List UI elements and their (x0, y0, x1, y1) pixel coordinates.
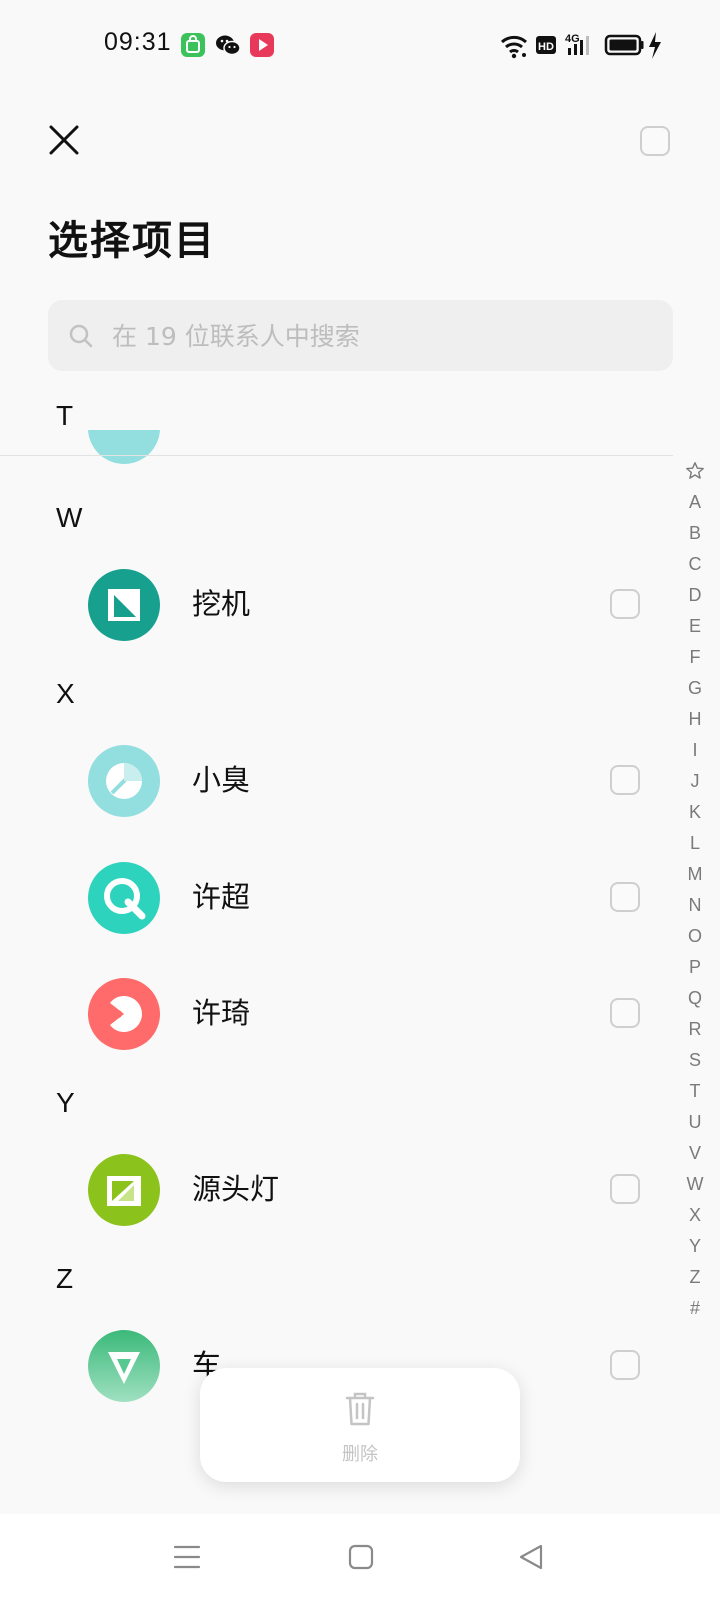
select-all-checkbox[interactable] (640, 126, 670, 156)
contact-checkbox[interactable] (610, 1350, 640, 1380)
contact-checkbox[interactable] (610, 765, 640, 795)
page-title: 选择项目 (48, 218, 216, 264)
alphabet-index-letter[interactable]: P (680, 952, 710, 983)
app-store-icon (181, 33, 205, 57)
alphabet-index-letter[interactable]: Q (680, 983, 710, 1014)
alphabet-index-letter[interactable]: V (680, 1138, 710, 1169)
avatar-partial (88, 430, 160, 464)
status-indicators: HD 4G (501, 32, 661, 59)
wechat-icon (215, 33, 241, 57)
contact-name: 源头灯 (192, 1172, 280, 1206)
alphabet-index-letter[interactable]: S (680, 1045, 710, 1076)
cellular-4g-icon: 4G (565, 33, 589, 55)
search-input[interactable] (110, 300, 654, 373)
contact-avatar (88, 978, 160, 1050)
contact-name: 小臭 (192, 763, 251, 797)
contact-item-xuqi[interactable]: 许琦 (0, 963, 673, 1063)
contact-name: 许超 (192, 880, 251, 914)
alphabet-index-letter[interactable]: R (680, 1014, 710, 1045)
section-header-w: W (56, 502, 83, 533)
battery-icon (604, 34, 644, 56)
alphabet-index-letter[interactable]: T (680, 1076, 710, 1107)
contact-avatar (88, 1330, 160, 1402)
contact-checkbox[interactable] (610, 589, 640, 619)
back-icon[interactable] (516, 1542, 546, 1572)
contact-item-xiaochou[interactable]: 小臭 (0, 730, 673, 830)
contact-checkbox[interactable] (610, 1174, 640, 1204)
search-bar[interactable] (48, 300, 673, 373)
contact-checkbox[interactable] (610, 998, 640, 1028)
section-header-z: Z (56, 1263, 74, 1294)
alphabet-index[interactable]: A B C D E F G H I J K L M N O P Q R S T U V W X Y Z # (680, 456, 710, 1324)
contact-item-yuantoudeng[interactable]: 源头灯 (0, 1139, 673, 1239)
delete-panel[interactable]: 删除 (200, 1368, 520, 1482)
contact-item-xuchao[interactable]: 许超 (0, 847, 673, 947)
contact-avatar (88, 1154, 160, 1226)
alphabet-index-letter[interactable]: G (680, 673, 710, 704)
favorites-star-icon[interactable] (680, 456, 710, 487)
alphabet-index-letter[interactable]: B (680, 518, 710, 549)
contact-avatar (88, 862, 160, 934)
video-app-icon (250, 33, 274, 57)
contact-avatar (88, 569, 160, 641)
alphabet-index-letter[interactable]: Y (680, 1231, 710, 1262)
alphabet-index-letter[interactable]: C (680, 549, 710, 580)
alphabet-index-letter[interactable]: F (680, 642, 710, 673)
menu-icon[interactable] (172, 1542, 202, 1572)
alphabet-index-letter[interactable]: Z (680, 1262, 710, 1293)
wifi-icon (501, 35, 527, 59)
search-icon (69, 324, 93, 348)
contact-select-screen: 09:31 HD 4G 选择项目 在 19 位联系人中搜索 T W 挖机 X 小… (0, 0, 720, 1600)
section-header-x: X (56, 678, 75, 709)
section-header-y: Y (56, 1087, 75, 1118)
alphabet-index-letter[interactable]: O (680, 921, 710, 952)
contact-item-waji[interactable]: 挖机 (0, 554, 673, 654)
alphabet-index-letter[interactable]: D (680, 580, 710, 611)
status-bar: 09:31 HD 4G (0, 0, 720, 90)
system-nav-bar (0, 1514, 720, 1600)
charging-icon (649, 32, 661, 59)
close-icon (49, 125, 79, 155)
trash-icon (345, 1392, 375, 1426)
home-icon[interactable] (346, 1542, 376, 1572)
contact-name: 挖机 (192, 587, 251, 621)
divider (0, 455, 673, 456)
contact-checkbox[interactable] (610, 882, 640, 912)
alphabet-index-letter[interactable]: N (680, 890, 710, 921)
alphabet-index-letter[interactable]: I (680, 735, 710, 766)
close-button[interactable] (44, 120, 84, 160)
alphabet-index-letter[interactable]: E (680, 611, 710, 642)
alphabet-index-letter[interactable]: A (680, 487, 710, 518)
alphabet-index-letter[interactable]: X (680, 1200, 710, 1231)
status-time: 09:31 (104, 28, 172, 56)
contact-name: 许琦 (192, 996, 251, 1030)
alphabet-index-letter[interactable]: L (680, 828, 710, 859)
alphabet-index-letter[interactable]: W (680, 1169, 710, 1200)
alphabet-index-letter[interactable]: U (680, 1107, 710, 1138)
alphabet-index-letter[interactable]: J (680, 766, 710, 797)
hd-icon: HD (536, 36, 556, 54)
section-header-t: T (56, 400, 74, 431)
alphabet-index-letter[interactable]: M (680, 859, 710, 890)
svg-text:HD: HD (538, 41, 554, 53)
alphabet-index-letter[interactable]: # (680, 1293, 710, 1324)
svg-text:4G: 4G (565, 33, 580, 45)
alphabet-index-letter[interactable]: K (680, 797, 710, 828)
alphabet-index-letter[interactable]: H (680, 704, 710, 735)
contact-avatar (88, 745, 160, 817)
delete-button-label: 删除 (342, 1444, 378, 1465)
